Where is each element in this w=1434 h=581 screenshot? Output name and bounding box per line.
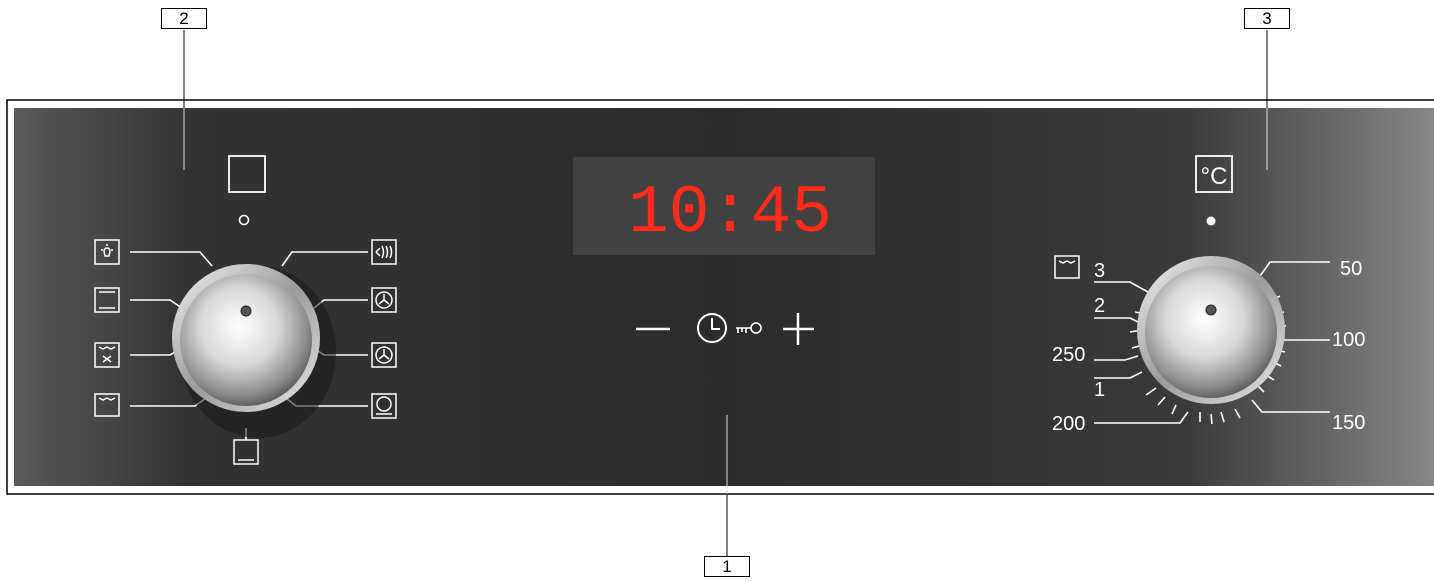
diagram-canvas: 10:45 °C 3 2 250 1 200 50 100 150 [6, 30, 1434, 557]
temperature-indicator-dot [1206, 216, 1216, 226]
temperature-label-200: 200 [1052, 413, 1085, 435]
temperature-label-100: 100 [1332, 329, 1365, 351]
temperature-unit: °C [1201, 163, 1228, 190]
display-time: 10:45 [628, 175, 832, 252]
temperature-label-1: 1 [1094, 379, 1105, 401]
callout-function-selector: 2 [161, 8, 207, 29]
callout-temperature-selector: 3 [1244, 8, 1290, 29]
temperature-label-150: 150 [1332, 412, 1365, 434]
temperature-label-250: 250 [1052, 344, 1085, 366]
oven-control-panel-diagram: 10:45 °C 3 2 250 1 200 50 100 150 2 3 1 [0, 0, 1434, 577]
temperature-label-3: 3 [1094, 260, 1105, 282]
callout-display: 1 [704, 556, 750, 577]
temperature-selector-knob[interactable] [1137, 256, 1285, 404]
temperature-label-50: 50 [1340, 258, 1362, 280]
temperature-label-2: 2 [1094, 295, 1105, 317]
